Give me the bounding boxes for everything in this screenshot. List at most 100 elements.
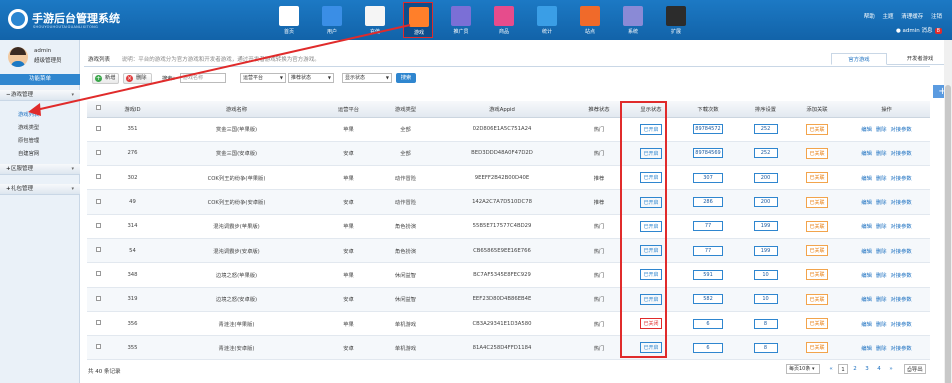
row-checkbox[interactable] xyxy=(87,214,110,239)
sidebar-item-game-list[interactable]: 游戏列表 xyxy=(18,110,39,118)
relation-button[interactable]: 已关联 xyxy=(806,196,828,208)
params-link[interactable]: 对接参数 xyxy=(891,249,912,255)
downloads-input[interactable]: 6 xyxy=(693,318,723,329)
row-checkbox[interactable] xyxy=(87,141,110,167)
downloads-input[interactable]: 582 xyxy=(693,294,723,305)
edit-link[interactable]: 编辑 xyxy=(861,200,872,206)
row-checkbox[interactable] xyxy=(87,262,110,288)
nav-item-2[interactable]: 充值 xyxy=(360,2,390,38)
display-status-toggle[interactable]: 已开启 xyxy=(640,269,662,281)
edit-link[interactable]: 编辑 xyxy=(861,224,872,230)
sort-input[interactable]: 252 xyxy=(753,148,778,159)
per-page-select[interactable]: 每页10条 ▾ xyxy=(786,364,820,374)
downloads-input[interactable]: 6 xyxy=(693,342,723,353)
downloads-input[interactable]: 77 xyxy=(693,245,723,256)
nav-item-4[interactable]: 推广员 xyxy=(446,2,476,38)
sidebar-item-package[interactable]: 原包管理 xyxy=(18,136,39,144)
delete-link[interactable]: 删除 xyxy=(876,346,887,352)
edit-link[interactable]: 编辑 xyxy=(861,297,872,303)
display-status-toggle[interactable]: 已开启 xyxy=(640,293,662,305)
menu-group-gift[interactable]: +礼包管理 ▾ xyxy=(0,184,80,195)
delete-link[interactable]: 删除 xyxy=(876,224,887,230)
params-link[interactable]: 对接参数 xyxy=(891,346,912,352)
sort-input[interactable]: 10 xyxy=(753,294,778,305)
display-select[interactable]: 显示状态 ▼ xyxy=(342,73,392,83)
display-status-toggle[interactable]: 已开启 xyxy=(640,342,662,354)
platform-select[interactable]: 运营平台 ▼ xyxy=(240,73,286,83)
display-status-toggle[interactable]: 已关闭 xyxy=(640,318,662,330)
params-link[interactable]: 对接参数 xyxy=(891,224,912,230)
export-button[interactable]: ⎙导出 xyxy=(904,364,926,374)
downloads-input[interactable]: 286 xyxy=(693,197,723,208)
game-name-input[interactable]: 游戏名称 xyxy=(180,73,226,83)
menu-group-game[interactable]: −游戏管理 ▾ xyxy=(0,90,80,101)
row-checkbox[interactable] xyxy=(87,311,110,337)
current-user[interactable]: admin xyxy=(903,28,920,34)
nav-item-5[interactable]: 商品 xyxy=(489,2,519,38)
nav-item-9[interactable]: 扩展 xyxy=(661,2,691,38)
page-link[interactable]: 1 xyxy=(838,364,848,374)
row-checkbox[interactable] xyxy=(87,287,110,312)
relation-button[interactable]: 已关联 xyxy=(806,245,828,257)
add-button[interactable]: + 新增 xyxy=(92,73,119,84)
nav-item-7[interactable]: 站点 xyxy=(575,2,605,38)
row-checkbox[interactable] xyxy=(87,238,110,264)
page-link[interactable]: 2 xyxy=(850,364,860,374)
delete-link[interactable]: 删除 xyxy=(876,151,887,157)
nav-item-8[interactable]: 系统 xyxy=(618,2,648,38)
sort-input[interactable]: 252 xyxy=(753,124,778,135)
row-checkbox[interactable] xyxy=(87,335,110,361)
downloads-input[interactable]: 77 xyxy=(693,221,723,232)
delete-link[interactable]: 删除 xyxy=(876,273,887,279)
delete-link[interactable]: 删除 xyxy=(876,249,887,255)
scrollbar[interactable] xyxy=(944,40,952,383)
sidebar-item-official-site[interactable]: 自建官网 xyxy=(18,149,39,157)
edit-link[interactable]: 编辑 xyxy=(861,127,872,133)
relation-button[interactable]: 已关联 xyxy=(806,318,828,330)
relation-button[interactable]: 已关联 xyxy=(806,269,828,281)
row-checkbox[interactable] xyxy=(87,117,110,142)
relation-button[interactable]: 已关联 xyxy=(806,220,828,232)
nav-item-3[interactable]: 游戏 xyxy=(403,2,433,38)
display-status-toggle[interactable]: 已开启 xyxy=(640,147,662,159)
delete-link[interactable]: 删除 xyxy=(876,200,887,206)
delete-link[interactable]: 删除 xyxy=(876,176,887,182)
params-link[interactable]: 对接参数 xyxy=(891,297,912,303)
params-link[interactable]: 对接参数 xyxy=(891,176,912,182)
sort-input[interactable]: 10 xyxy=(753,269,778,280)
sort-input[interactable]: 8 xyxy=(753,318,778,329)
delete-link[interactable]: 删除 xyxy=(876,322,887,328)
params-link[interactable]: 对接参数 xyxy=(891,200,912,206)
menu-group-server[interactable]: +区服管理 ▾ xyxy=(0,164,80,175)
params-link[interactable]: 对接参数 xyxy=(891,151,912,157)
nav-item-1[interactable]: 用户 xyxy=(317,2,347,38)
help-link[interactable]: 帮助 xyxy=(864,14,875,20)
page-link[interactable]: » xyxy=(886,364,896,374)
downloads-input[interactable]: 307 xyxy=(693,172,723,183)
relation-button[interactable]: 已关联 xyxy=(806,147,828,159)
relation-button[interactable]: 已关联 xyxy=(806,293,828,305)
theme-link[interactable]: 主题 xyxy=(882,14,893,20)
edit-link[interactable]: 编辑 xyxy=(861,249,872,255)
downloads-input[interactable]: 89784572 xyxy=(693,124,723,135)
edit-link[interactable]: 编辑 xyxy=(861,273,872,279)
sort-input[interactable]: 199 xyxy=(753,245,778,256)
row-checkbox[interactable] xyxy=(87,189,110,215)
display-status-toggle[interactable]: 已开启 xyxy=(640,220,662,232)
display-status-toggle[interactable]: 已开启 xyxy=(640,123,662,135)
page-link[interactable]: « xyxy=(826,364,836,374)
relation-button[interactable]: 已关联 xyxy=(806,172,828,184)
sort-input[interactable]: 199 xyxy=(753,221,778,232)
messages-link[interactable]: 消息 xyxy=(921,28,932,34)
relation-button[interactable]: 已关联 xyxy=(806,123,828,135)
edit-link[interactable]: 编辑 xyxy=(861,322,872,328)
edit-link[interactable]: 编辑 xyxy=(861,151,872,157)
params-link[interactable]: 对接参数 xyxy=(891,322,912,328)
nav-item-0[interactable]: 首页 xyxy=(274,2,304,38)
tab-official-games[interactable]: 官方游戏 xyxy=(831,53,887,65)
display-status-toggle[interactable]: 已开启 xyxy=(640,196,662,208)
tab-developer-games[interactable]: 开发者游戏 xyxy=(891,53,949,65)
clear-cache-link[interactable]: 清理缓存 xyxy=(901,14,923,20)
sort-input[interactable]: 8 xyxy=(753,342,778,353)
sort-input[interactable]: 200 xyxy=(753,172,778,183)
